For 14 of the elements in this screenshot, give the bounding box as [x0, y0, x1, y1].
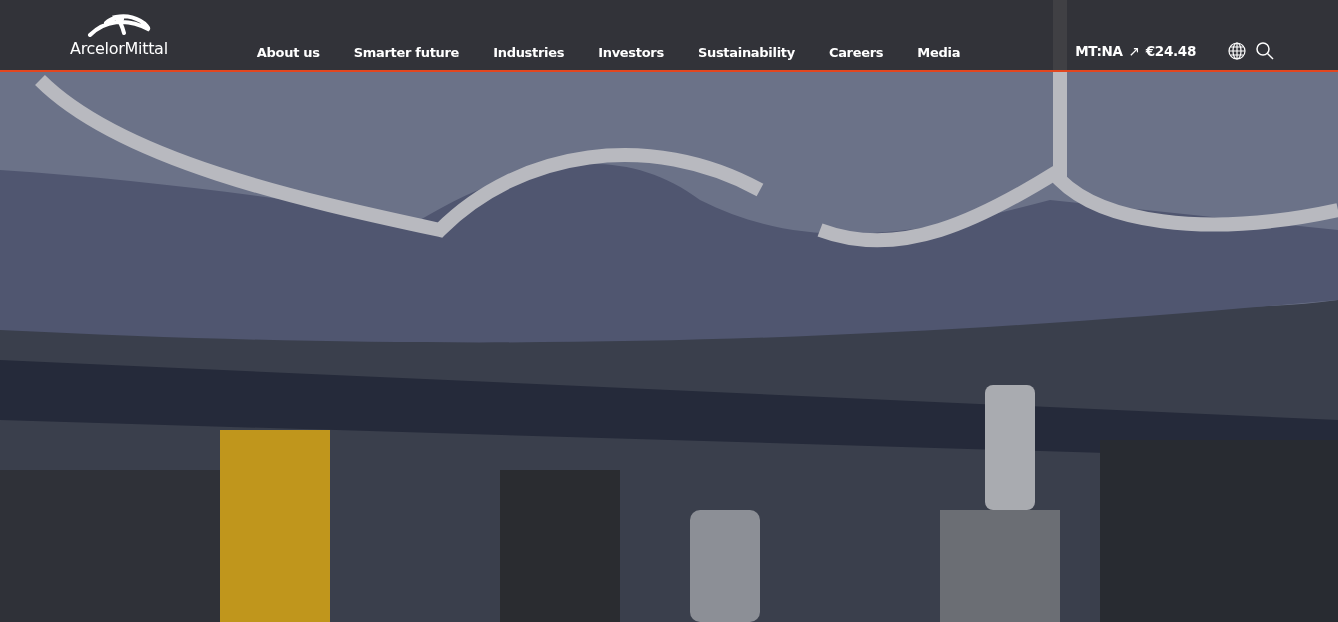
trend-icon: ↗ [1128, 43, 1140, 59]
nav-link[interactable]: About us [239, 45, 337, 60]
nav-link[interactable]: Sustainability [680, 45, 812, 60]
nav-link[interactable]: Careers [811, 45, 901, 60]
stock-ticker: MT:NA [1075, 43, 1123, 59]
search-icon[interactable] [1256, 42, 1274, 60]
brand-name: ArcelorMittal [70, 39, 168, 58]
logo-icon [85, 11, 152, 37]
nav-link[interactable]: Smarter future [336, 45, 477, 60]
nav-link[interactable]: Industries [476, 45, 582, 60]
globe-icon[interactable] [1228, 42, 1246, 60]
nav-link[interactable]: Investors [581, 45, 681, 60]
stock-price: €24.48 [1145, 43, 1196, 59]
nav-link[interactable]: Media [900, 45, 978, 60]
